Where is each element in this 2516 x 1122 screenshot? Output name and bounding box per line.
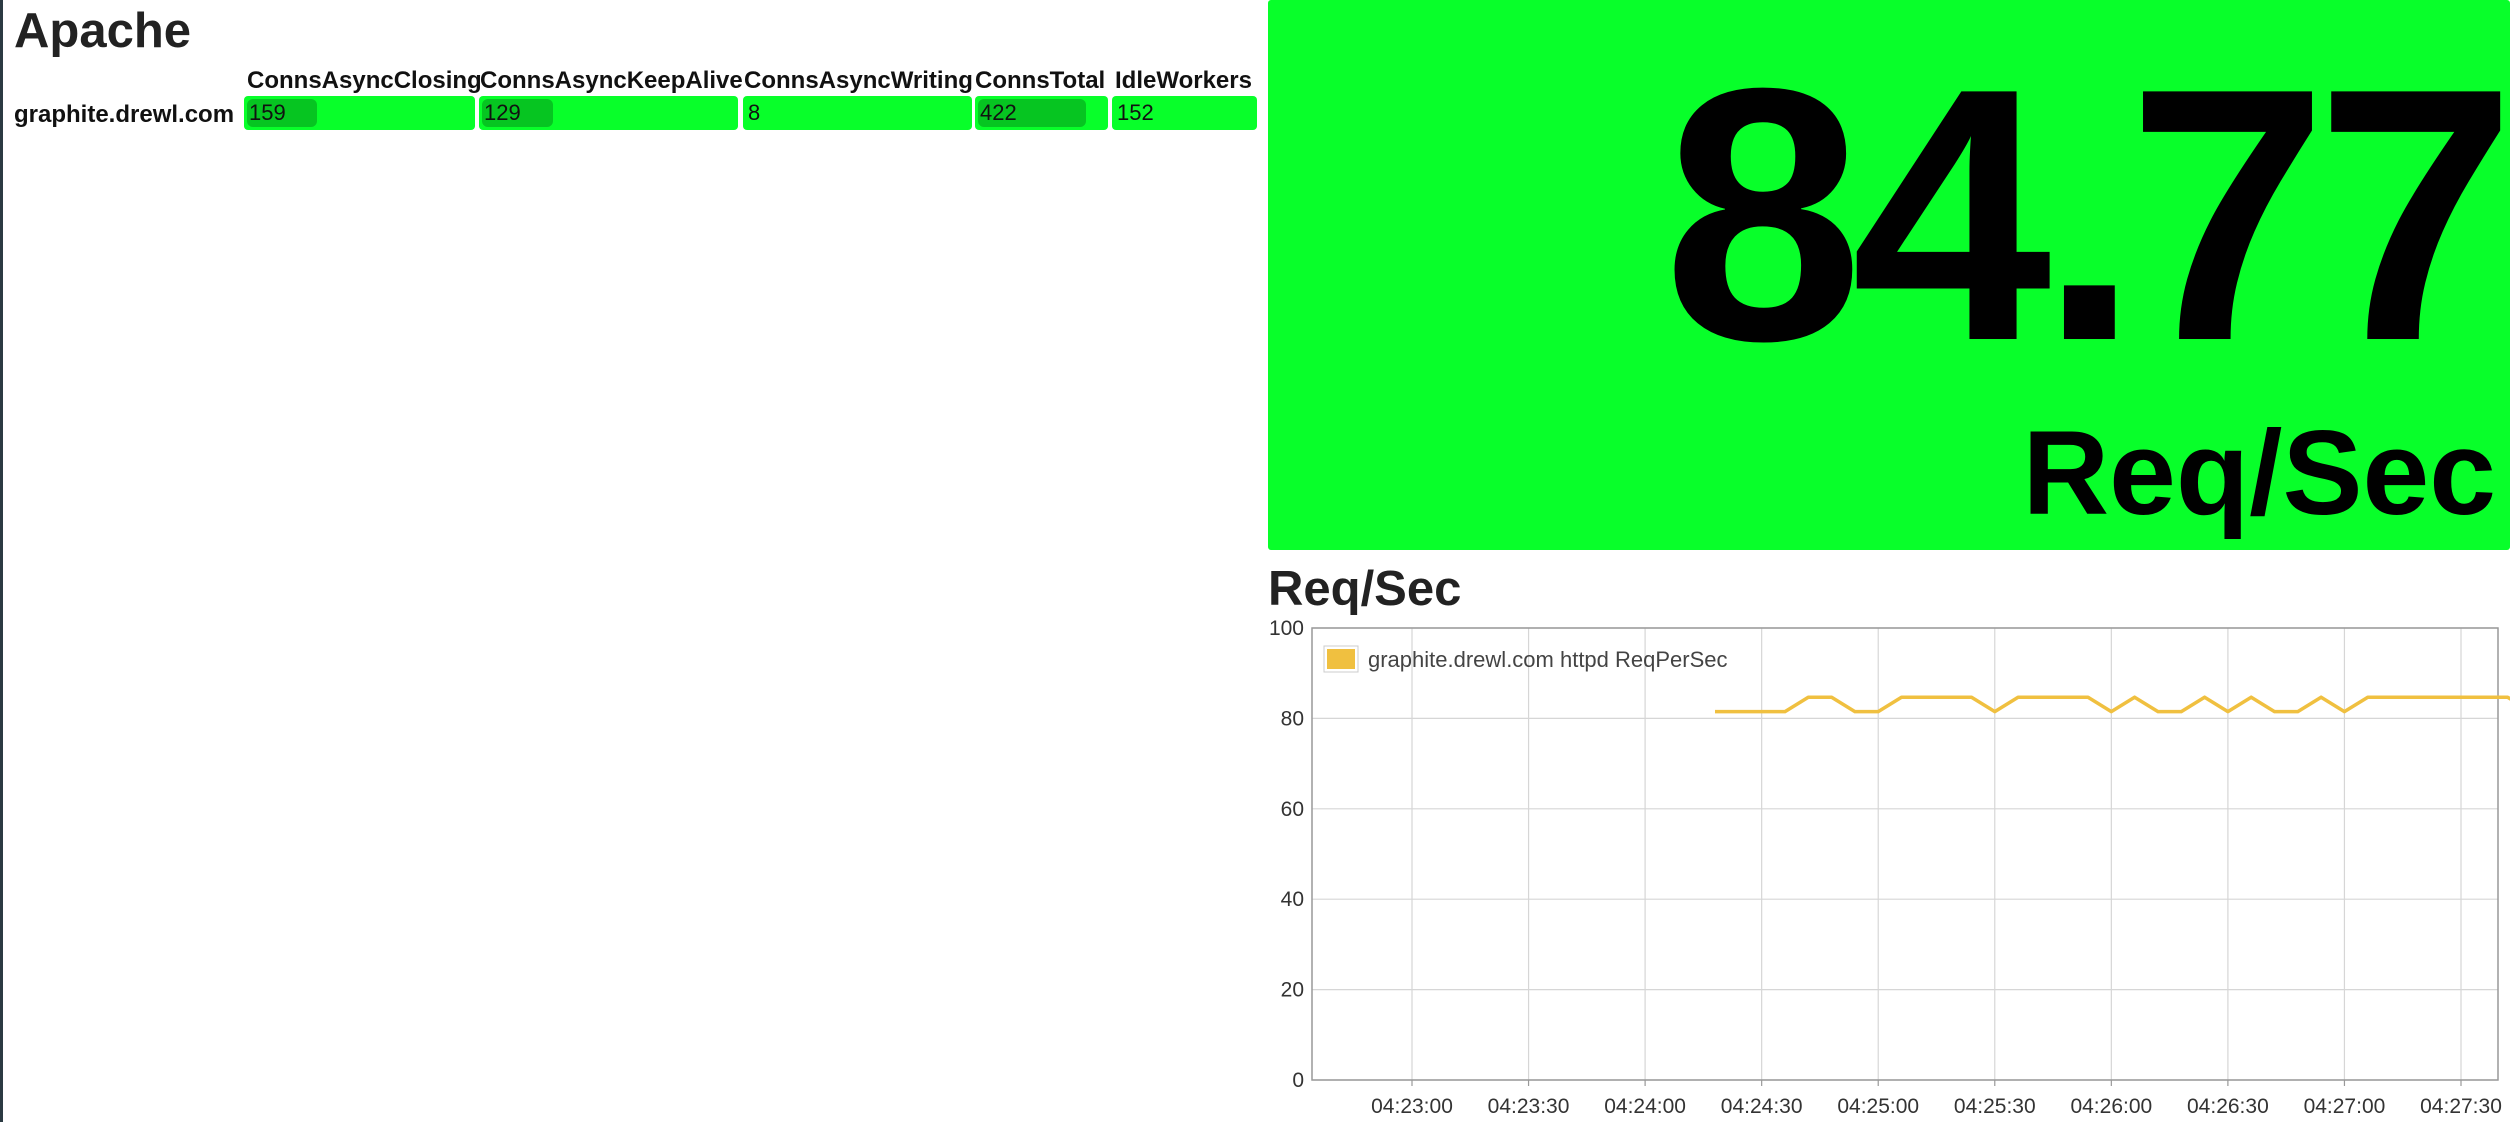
metric-value: 422	[980, 100, 1017, 125]
panel-title: Apache	[14, 4, 192, 58]
req-per-sec-chart: 020406080100 04:23:00 04:23:30 04:24:00 04:…	[1269, 617, 2510, 1118]
big-number-panel: 84.77 Req/Sec	[1268, 0, 2516, 550]
legend-swatch	[1327, 649, 1355, 669]
metric-value: 159	[249, 100, 286, 125]
column-header-conns-async-writing: ConnsAsyncWriting	[744, 67, 973, 94]
chart-title: Req/Sec	[1268, 562, 1462, 616]
column-header-conns-async-keepalive: ConnsAsyncKeepAlive	[480, 67, 743, 94]
metric-cell-idle-workers: 152	[1112, 96, 1257, 130]
x-tick-label: 04:24:00	[1604, 1095, 1686, 1118]
y-tick-label: 40	[1281, 888, 1304, 911]
y-tick-label: 20	[1281, 979, 1304, 1002]
row-host-label: graphite.drewl.com	[14, 101, 235, 128]
x-axis: 04:23:00 04:23:30 04:24:00 04:24:30 04:25:00…	[1371, 1080, 2502, 1118]
chart-legend: graphite.drewl.com httpd ReqPerSec	[1323, 645, 1728, 673]
x-tick-label: 04:25:00	[1837, 1095, 1919, 1118]
metric-value: 152	[1117, 100, 1154, 125]
metric-cell-conns-total: 422	[975, 96, 1108, 130]
metric-cell-conns-async-closing: 159	[244, 96, 475, 130]
metric-cell-conns-async-writing: 8	[743, 96, 972, 130]
metric-cell-conns-async-keepalive: 129	[479, 96, 738, 130]
x-tick-label: 04:26:00	[2070, 1095, 2152, 1118]
big-number-value: 84.77	[1663, 14, 2516, 416]
y-tick-label: 80	[1281, 707, 1304, 730]
x-tick-label: 04:25:30	[1954, 1095, 2036, 1118]
legend-label: graphite.drewl.com httpd ReqPerSec	[1368, 647, 1728, 672]
y-tick-label: 0	[1292, 1069, 1304, 1092]
y-axis: 0 20 40 60 80 100	[1269, 617, 1304, 1092]
column-header-conns-total: ConnsTotal	[975, 67, 1106, 94]
x-tick-label: 04:27:00	[2304, 1095, 2386, 1118]
x-tick-label: 04:26:30	[2187, 1095, 2269, 1118]
series-line	[1715, 695, 2510, 714]
y-tick-label: 60	[1281, 798, 1304, 821]
metric-value: 129	[484, 100, 521, 125]
x-tick-label: 04:24:30	[1721, 1095, 1803, 1118]
window-edge	[0, 0, 3, 1122]
chart-series	[1715, 695, 2510, 714]
column-header-idle-workers: IdleWorkers	[1115, 67, 1252, 94]
x-tick-label: 04:27:30	[2420, 1095, 2502, 1118]
x-tick-label: 04:23:30	[1488, 1095, 1570, 1118]
metric-value: 8	[748, 100, 761, 125]
x-tick-label: 04:23:00	[1371, 1095, 1453, 1118]
big-number-unit: Req/Sec	[2022, 406, 2496, 540]
column-header-conns-async-closing: ConnsAsyncClosing	[247, 67, 482, 94]
y-tick-label: 100	[1269, 617, 1304, 640]
